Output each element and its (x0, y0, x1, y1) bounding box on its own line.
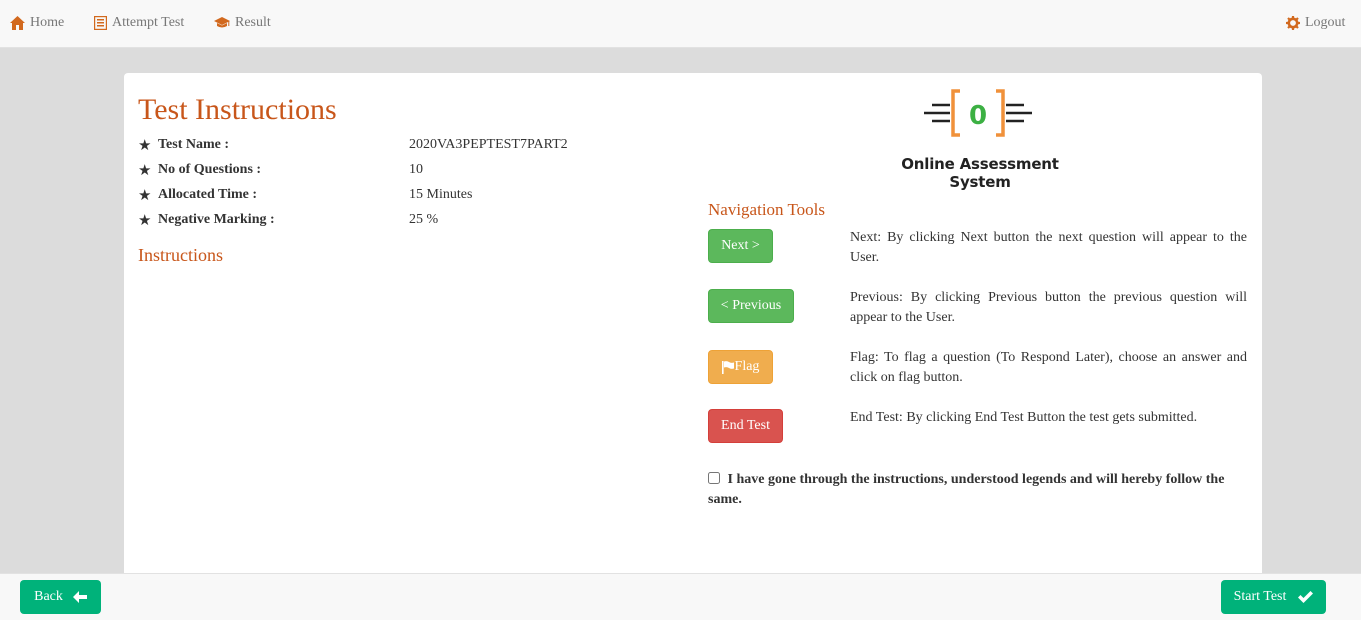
detail-row-negative-marking: ★ Negative Marking : 25 % (138, 210, 438, 230)
detail-label: No of Questions : (158, 162, 262, 177)
next-description: Next: By clicking Next button the next q… (850, 230, 1247, 265)
oas-logo: 0 Online Assessment System (880, 87, 1080, 191)
agreement-checkbox[interactable] (708, 472, 720, 484)
arrow-left-icon (72, 591, 87, 603)
detail-row-test-name: ★ Test Name : 2020VA3PEPTEST7PART2 (138, 135, 568, 155)
agreement-text: I have gone through the instructions, un… (708, 472, 1225, 507)
flag-icon (721, 360, 734, 374)
list-alt-icon (94, 16, 107, 30)
detail-row-questions: ★ No of Questions : 10 (138, 160, 423, 180)
detail-value: 2020VA3PEPTEST7PART2 (409, 137, 568, 152)
star-icon: ★ (138, 187, 152, 204)
star-icon: ★ (138, 137, 152, 154)
instructions-heading: Instructions (138, 245, 223, 265)
logo-text: Online Assessment System (901, 155, 1059, 191)
nav-home-link[interactable]: Home (10, 13, 64, 33)
check-icon (1298, 591, 1314, 603)
star-icon: ★ (138, 162, 152, 179)
next-button-label: Next > (721, 238, 760, 253)
page-title: Test Instructions (138, 93, 337, 126)
nav-home-label: Home (30, 15, 65, 30)
nav-logout-link[interactable]: Logout (1286, 13, 1345, 33)
nav-result-link[interactable]: Result (214, 13, 271, 33)
start-test-button[interactable]: Start Test (1221, 580, 1326, 614)
back-button[interactable]: Back (20, 580, 101, 614)
nav-attempt-test-label: Attempt Test (112, 15, 185, 30)
detail-label: Negative Marking : (158, 212, 275, 227)
previous-description: Previous: By clicking Previous button th… (850, 290, 1247, 325)
star-icon: ★ (138, 212, 152, 229)
nav-attempt-test-link[interactable]: Attempt Test (94, 13, 184, 33)
footer-bar: Back Start Test (0, 573, 1361, 620)
flag-button-sample[interactable]: Flag (708, 350, 773, 384)
flag-description: Flag: To flag a question (To Respond Lat… (850, 350, 1247, 385)
start-test-button-label: Start Test (1233, 589, 1287, 604)
top-navbar: Home Attempt Test Result Logout (0, 0, 1361, 48)
end-test-description: End Test: By clicking End Test Button th… (850, 410, 1198, 425)
graduation-cap-icon (214, 17, 230, 29)
navigation-tools-heading: Navigation Tools (708, 200, 826, 219)
home-icon (10, 16, 25, 30)
agreement-label[interactable]: I have gone through the instructions, un… (708, 470, 1228, 510)
logo-symbol: 0 (969, 101, 987, 131)
end-test-button-sample[interactable]: End Test (708, 409, 783, 443)
detail-value: 25 % (409, 212, 439, 227)
back-button-label: Back (34, 589, 63, 604)
detail-value: 10 (409, 162, 423, 177)
next-button-sample[interactable]: Next > (708, 229, 773, 263)
previous-button-sample[interactable]: < Previous (708, 289, 794, 323)
detail-label: Allocated Time : (158, 187, 258, 202)
previous-button-label: < Previous (720, 298, 782, 313)
detail-value: 15 Minutes (409, 187, 473, 202)
logo-mark: 0 (924, 89, 1032, 137)
instructions-card: Test Instructions ★ Test Name : 2020VA3P… (124, 73, 1262, 583)
end-test-button-label: End Test (721, 418, 770, 433)
nav-result-label: Result (235, 15, 271, 30)
detail-row-allocated-time: ★ Allocated Time : 15 Minutes (138, 185, 472, 205)
gear-icon (1286, 16, 1300, 30)
flag-button-label: Flag (734, 359, 760, 374)
detail-label: Test Name : (158, 137, 230, 152)
nav-logout-label: Logout (1305, 15, 1346, 30)
